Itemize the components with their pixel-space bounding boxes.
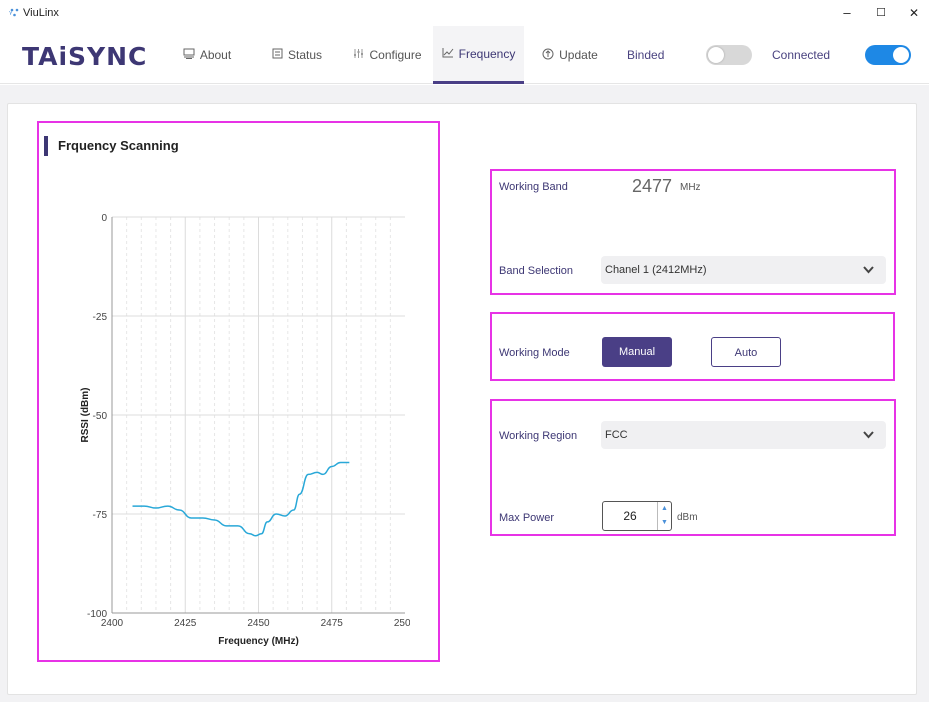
max-power-stepper[interactable]: 26 ▲ ▼ (602, 501, 672, 531)
close-button[interactable]: ✕ (899, 2, 929, 24)
x-tick-label: 2400 (101, 618, 124, 629)
working-region-label: Working Region (499, 430, 578, 442)
stepper-arrows: ▲ ▼ (657, 502, 671, 530)
stepper-up-icon[interactable]: ▲ (658, 502, 671, 516)
rssi-chart: 0-25-50-75-10024002425245024752500Freque… (80, 213, 410, 647)
working-region-dropdown[interactable]: FCC (601, 421, 886, 449)
y-axis-label: RSSI (dBm) (80, 388, 91, 443)
auto-mode-button[interactable]: Auto (711, 337, 781, 367)
status-icon (272, 48, 283, 62)
toggle-knob (893, 47, 909, 63)
taisync-logo: TAiSYNC (22, 42, 148, 71)
section-title-frequency-scanning: Frquency Scanning (44, 136, 179, 156)
chevron-down-icon (863, 256, 874, 294)
app-logo-icon: ᵞ (9, 8, 19, 19)
band-selection-value: Chanel 1 (2412MHz) (605, 264, 707, 276)
tab-configure[interactable]: Configure (345, 26, 430, 84)
y-tick-label: 0 (101, 213, 107, 224)
window-title: ViuLinx (23, 7, 59, 19)
working-band-label: Working Band (499, 181, 568, 193)
max-power-value: 26 (623, 509, 637, 523)
update-icon (542, 48, 554, 63)
maximize-button[interactable]: ☐ (866, 2, 896, 24)
title-bar: ᵞ ViuLinx – ☐ ✕ (0, 0, 929, 26)
y-tick-label: -25 (93, 312, 108, 323)
minimize-button[interactable]: – (832, 2, 862, 24)
y-tick-label: -50 (93, 411, 108, 422)
tab-frequency-label: Frequency (458, 46, 516, 61)
working-region-value: FCC (605, 429, 628, 441)
connected-label: Connected (772, 48, 831, 62)
band-selection-label: Band Selection (499, 265, 573, 277)
working-band-unit: MHz (680, 182, 701, 193)
y-tick-label: -75 (93, 510, 108, 521)
tab-status-label: Status (287, 48, 323, 62)
tab-configure-label: Configure (369, 48, 422, 62)
x-tick-label: 2500 (394, 618, 410, 629)
band-selection-dropdown[interactable]: Chanel 1 (2412MHz) (601, 256, 886, 284)
tab-status[interactable]: Status (262, 26, 332, 84)
toggle-knob (708, 47, 724, 63)
x-axis-label: Frequency (MHz) (218, 636, 299, 647)
connected-toggle[interactable] (865, 45, 911, 65)
monitor-icon (183, 48, 195, 62)
tab-update[interactable]: Update (535, 26, 605, 84)
chart-icon (442, 47, 454, 61)
working-mode-label: Working Mode (499, 347, 570, 359)
manual-mode-button[interactable]: Manual (602, 337, 672, 367)
stepper-down-icon[interactable]: ▼ (658, 516, 671, 530)
x-tick-label: 2425 (174, 618, 197, 629)
chevron-down-icon (863, 421, 874, 459)
tab-about-label: About (199, 48, 232, 62)
working-band-value: 2477 (632, 176, 673, 196)
svg-text:ᵞ: ᵞ (9, 10, 13, 19)
max-power-label: Max Power (499, 512, 555, 524)
binded-label: Binded (627, 48, 665, 62)
x-tick-label: 2450 (247, 618, 270, 629)
tab-update-label: Update (559, 48, 598, 62)
x-tick-label: 2475 (321, 618, 344, 629)
tab-frequency[interactable]: Frequency (433, 26, 524, 84)
max-power-unit: dBm (677, 512, 698, 523)
top-nav-bar: TAiSYNC About Status Configure Frequency… (0, 26, 929, 84)
binded-toggle[interactable] (706, 45, 752, 65)
tab-about[interactable]: About (172, 26, 242, 84)
sliders-icon (353, 48, 364, 62)
